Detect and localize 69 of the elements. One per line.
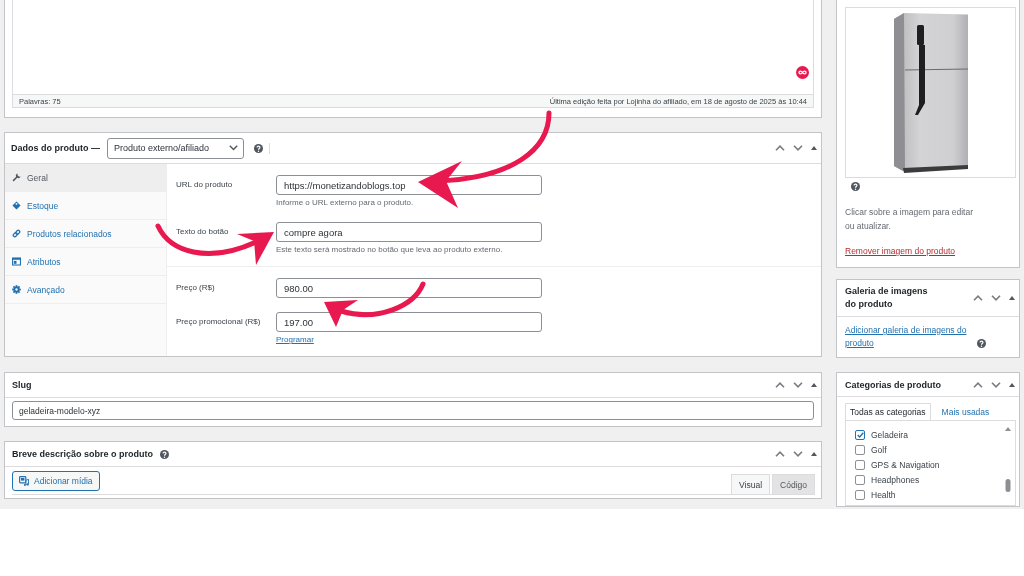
slug-field[interactable]: geladeira-modelo-xyz (12, 401, 814, 420)
chevron-up-icon[interactable] (775, 382, 785, 388)
triangle-up-icon[interactable] (811, 383, 817, 387)
checkbox[interactable] (855, 474, 865, 485)
add-gallery-link[interactable]: Adicionar galeria de imagens do produto (845, 324, 973, 350)
sidebar-tab[interactable]: Atributos (5, 248, 166, 276)
help-icon (977, 339, 986, 348)
chevron-up-icon[interactable] (973, 381, 983, 388)
media-icon (19, 476, 29, 486)
image-hint: Clicar sobre a imagem para editar ou atualizar. (845, 206, 975, 233)
schedule-link[interactable]: Programar (276, 335, 314, 345)
gear-icon (12, 285, 21, 294)
category-label: Golf (871, 444, 887, 455)
category-label: Health (871, 489, 896, 500)
infinity-badge-icon[interactable] (796, 66, 809, 79)
sidebar-tab[interactable]: Geral (5, 164, 166, 192)
chevron-down-icon[interactable] (793, 451, 803, 457)
category-tab[interactable]: Todas as categorias (845, 403, 931, 420)
remove-image-link[interactable]: Remover imagem do produto (845, 244, 956, 258)
chevron-down-icon[interactable] (793, 382, 803, 388)
panel-title: Dados do produto — (11, 143, 100, 153)
triangle-up-icon[interactable] (811, 146, 817, 150)
add-media-button[interactable]: Adicionar mídia (12, 471, 100, 491)
field-label: Preço promocional (R$) (176, 316, 261, 326)
help-icon (254, 143, 263, 153)
sidebar-tab[interactable]: Produtos relacionados (5, 220, 166, 248)
editor-tab[interactable]: Visual (731, 474, 771, 494)
help-icon (160, 449, 170, 459)
checkbox[interactable] (855, 459, 865, 470)
sidebar-tab[interactable]: Estoque (5, 192, 166, 220)
field-label: Preço (R$) (176, 282, 215, 292)
product-type-select[interactable]: Produto externo/afiliado (107, 137, 244, 159)
field-description: Este texto será mostrado no botão que leva ao produto externo. (276, 245, 503, 255)
category-label: Geladeira (871, 429, 908, 440)
panel-title: Galeria de imagens do produto (845, 285, 929, 311)
text-field[interactable]: 197.00 (276, 312, 542, 332)
category-tab[interactable]: Mais usadas (936, 403, 995, 420)
tag-icon (12, 201, 21, 210)
window-icon (12, 257, 21, 266)
chevron-up-icon[interactable] (973, 295, 983, 301)
checkbox[interactable] (855, 444, 865, 455)
field-description: Informe o URL externo para o produto. (276, 198, 414, 208)
chevron-down-icon[interactable] (793, 145, 803, 151)
category-label: Headphones (871, 474, 920, 485)
editor-tab[interactable]: Código (772, 474, 815, 494)
checkbox[interactable] (855, 429, 865, 440)
sidebar-tab[interactable]: Avançado (5, 276, 166, 304)
field-label: URL do produto (176, 179, 233, 189)
triangle-up-icon[interactable] (1009, 296, 1015, 300)
checkbox[interactable] (855, 489, 865, 500)
text-field[interactable]: 980.00 (276, 278, 542, 298)
chevron-down-icon[interactable] (991, 295, 1001, 301)
help-icon (851, 182, 860, 191)
link-icon (12, 229, 21, 238)
triangle-up-icon[interactable] (1009, 382, 1015, 387)
category-label: GPS & Navigation (871, 459, 940, 470)
chevron-up-icon[interactable] (775, 145, 785, 151)
panel-title: Categorias de produto (845, 379, 941, 390)
field-label: Texto do botão (176, 226, 229, 236)
triangle-up-icon[interactable] (811, 452, 817, 456)
checkmark-icon (856, 431, 864, 438)
chevron-down-icon (229, 145, 238, 151)
panel-title: Slug (12, 380, 32, 390)
panel-title: Breve descrição sobre o produto (12, 449, 154, 459)
image-frame[interactable] (845, 7, 1016, 178)
text-field[interactable]: compre agora (276, 222, 542, 242)
wrench-icon (12, 173, 21, 182)
chevron-up-icon[interactable] (775, 451, 785, 457)
chevron-down-icon[interactable] (991, 381, 1001, 388)
